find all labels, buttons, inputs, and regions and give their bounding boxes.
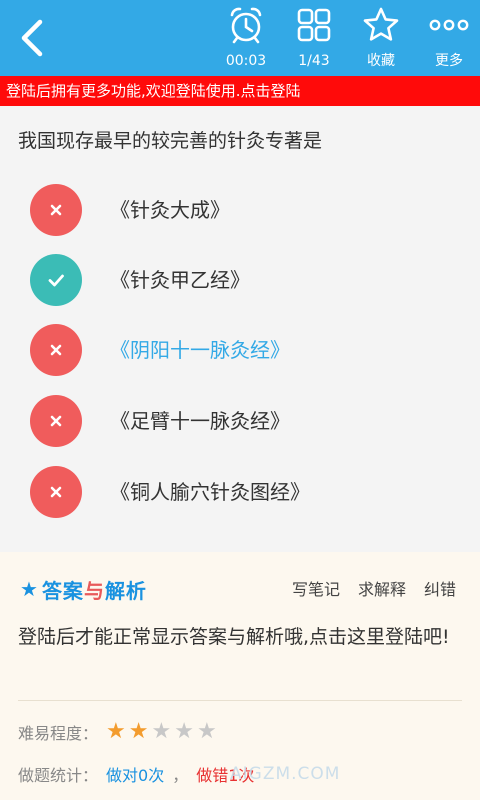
ask-explanation-button[interactable]: 求解释 — [358, 576, 406, 600]
star-empty-icon: ★ — [174, 719, 194, 744]
option-3[interactable]: 《阴阳十一脉灸经》 — [30, 324, 450, 376]
back-arrow-icon — [21, 19, 43, 57]
login-banner[interactable]: 登陆后拥有更多功能,欢迎登陆使用.点击登陆 — [0, 76, 480, 106]
stats-row: 做题统计： 做对0次 ， 做错1次 — [18, 760, 254, 788]
star-filled-icon: ★ — [106, 719, 126, 744]
question-list-button[interactable]: 1/43 — [290, 4, 338, 74]
more-button[interactable]: 更多 — [424, 4, 474, 74]
option-text: 《针灸甲乙经》 — [110, 268, 250, 292]
stats-label: 做题统计： — [18, 766, 99, 785]
analysis-title-analysis: 解析 — [104, 578, 147, 603]
difficulty-stars: ★ ★ ★ ★ ★ — [106, 721, 220, 743]
option-text: 《针灸大成》 — [110, 198, 230, 222]
favorite-label: 收藏 — [367, 53, 395, 69]
timer-label: 00:03 — [225, 53, 267, 69]
option-text: 《阴阳十一脉灸经》 — [110, 338, 290, 362]
analysis-title-and: 与 — [83, 578, 105, 603]
timer-button[interactable]: 00:03 — [222, 4, 270, 74]
alarm-clock-icon — [230, 7, 262, 44]
report-error-button[interactable]: 纠错 — [424, 576, 456, 600]
question-text: 我国现存最早的较完善的针灸专著是 — [18, 130, 323, 152]
correct-count: 做对0次 — [106, 766, 165, 785]
analysis-title-answer: 答案 — [41, 578, 84, 603]
option-1[interactable]: 《针灸大成》 — [30, 184, 450, 236]
star-empty-icon: ★ — [151, 719, 172, 744]
analysis-title: ★ 答案 与 解析 — [20, 574, 147, 604]
divider — [18, 700, 462, 701]
watermark: AIGZM.COM — [230, 764, 341, 784]
top-toolbar: 00:03 1/43 收藏 更多 — [0, 0, 480, 76]
write-note-button[interactable]: 写笔记 — [292, 576, 340, 600]
favorite-button[interactable]: 收藏 — [357, 4, 405, 74]
difficulty-label: 难易程度： — [18, 724, 99, 743]
check-mark-icon — [30, 254, 82, 306]
option-2[interactable]: 《针灸甲乙经》 — [30, 254, 450, 306]
star-empty-icon: ★ — [196, 719, 217, 744]
wrong-mark-icon — [30, 184, 82, 236]
option-5[interactable]: 《铜人腧穴针灸图经》 — [30, 466, 450, 518]
option-text: 《铜人腧穴针灸图经》 — [110, 480, 310, 504]
option-text: 《足臂十一脉灸经》 — [110, 409, 290, 433]
difficulty-row: 难易程度： ★ ★ ★ ★ ★ — [18, 718, 220, 746]
star-filled-icon: ★ — [128, 719, 149, 744]
wrong-mark-icon — [30, 324, 82, 376]
stats-separator: ， — [172, 766, 189, 785]
back-button[interactable] — [14, 16, 54, 60]
analysis-actions: 写笔记 求解释 纠错 — [292, 576, 456, 600]
wrong-mark-icon — [30, 395, 82, 447]
more-label: 更多 — [435, 53, 463, 69]
progress-label: 1/43 — [298, 53, 330, 69]
analysis-panel: ★ 答案 与 解析 写笔记 求解释 纠错 登陆后才能正常显示答案与解析哦,点击这… — [0, 552, 480, 800]
login-prompt-message[interactable]: 登陆后才能正常显示答案与解析哦,点击这里登陆吧! — [18, 620, 458, 654]
wrong-mark-icon — [30, 466, 82, 518]
more-dots-icon — [429, 19, 469, 31]
star-icon — [363, 7, 399, 41]
grid-icon — [297, 8, 331, 42]
star-bullet-icon: ★ — [20, 577, 38, 601]
option-4[interactable]: 《足臂十一脉灸经》 — [30, 395, 450, 447]
